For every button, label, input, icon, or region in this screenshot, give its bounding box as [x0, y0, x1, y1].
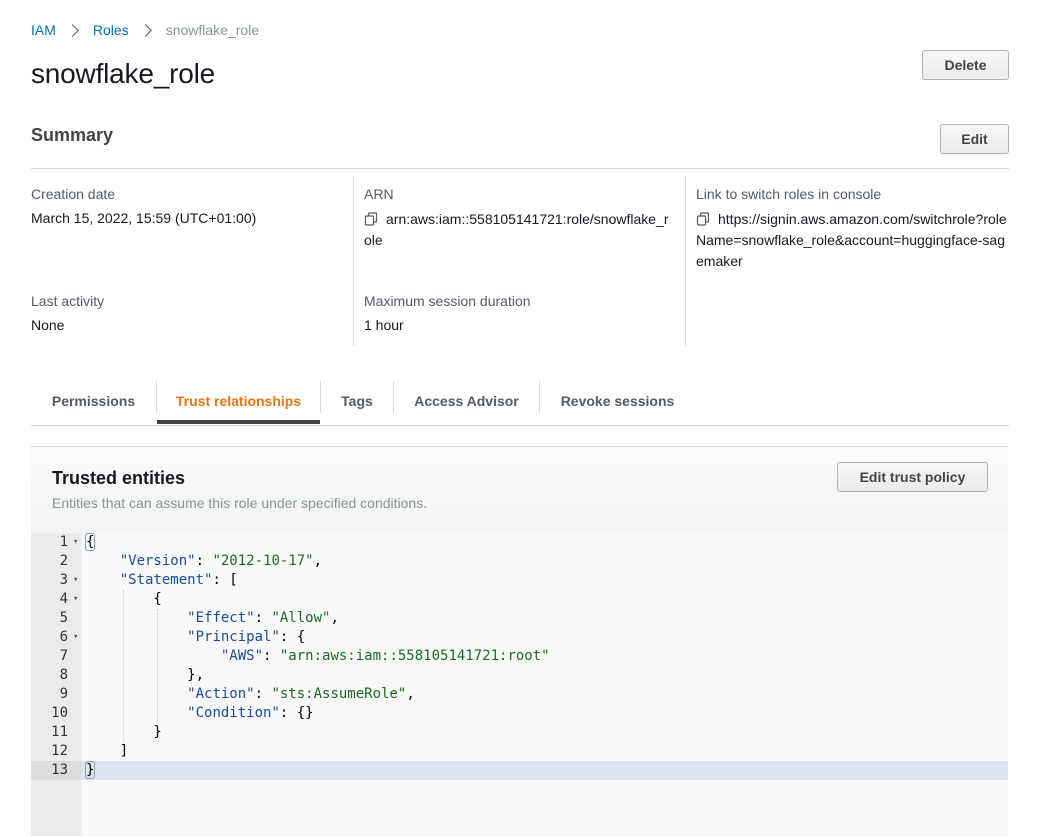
column-divider	[685, 176, 686, 346]
chevron-right-icon	[66, 23, 79, 37]
line-number: 8	[59, 667, 68, 683]
code-line[interactable]: 6 ▾ "Principal": {	[31, 628, 1008, 647]
code-line[interactable]: 2 "Version": "2012-10-17",	[31, 552, 1008, 571]
tab-trust-relationships[interactable]: Trust relationships	[157, 378, 320, 424]
code-line[interactable]: 7 "AWS": "arn:aws:iam::558105141721:root…	[31, 647, 1008, 666]
summary-title: Summary	[31, 125, 114, 145]
code-line[interactable]: 1 ▾{	[31, 533, 1008, 552]
tab-access-advisor[interactable]: Access Advisor	[394, 378, 539, 424]
edit-button[interactable]: Edit	[940, 124, 1009, 154]
line-number: 11	[51, 724, 68, 740]
last-activity-label: Last activity	[31, 293, 105, 309]
code-text: {	[86, 591, 162, 607]
creation-date-value: March 15, 2022, 15:59 (UTC+01:00)	[31, 210, 257, 226]
breadcrumb-iam[interactable]: IAM	[31, 22, 56, 38]
arn-label: ARN	[364, 186, 394, 202]
fold-toggle-icon[interactable]: ▾	[73, 590, 78, 609]
line-number: 9	[59, 686, 68, 702]
max-session-value: 1 hour	[364, 317, 404, 333]
code-line[interactable]: 12 ]	[31, 742, 1008, 761]
tab-tags[interactable]: Tags	[321, 378, 393, 424]
fold-toggle-icon[interactable]: ▾	[73, 571, 78, 590]
line-number: 13	[31, 761, 81, 780]
copy-icon[interactable]	[696, 212, 710, 226]
line-number: 7	[59, 648, 68, 664]
breadcrumb: IAM Roles snowflake_role	[31, 21, 259, 39]
code-text: "Version": "2012-10-17",	[119, 553, 323, 569]
code-text: "Statement": [	[119, 572, 238, 588]
code-text: "AWS": "arn:aws:iam::558105141721:root"	[220, 648, 550, 664]
fold-toggle-icon[interactable]: ▾	[73, 533, 78, 552]
code-line[interactable]: 13}	[31, 761, 1008, 780]
breadcrumb-roles[interactable]: Roles	[93, 22, 129, 38]
line-number: 5	[59, 610, 68, 626]
edit-trust-policy-button[interactable]: Edit trust policy	[837, 462, 988, 492]
code-text: },	[86, 667, 205, 683]
fold-toggle-icon[interactable]: ▾	[73, 628, 78, 647]
arn-value: arn:aws:iam::558105141721:role/snowflake…	[364, 211, 669, 248]
code-text: "Condition": {}	[187, 705, 314, 721]
switch-role-link-label: Link to switch roles in console	[696, 186, 882, 202]
arn-field: arn:aws:iam::558105141721:role/snowflake…	[364, 209, 676, 251]
breadcrumb-current: snowflake_role	[165, 22, 260, 38]
code-text: }	[84, 761, 96, 779]
delete-button[interactable]: Delete	[922, 50, 1009, 80]
code-text: "Principal": {	[187, 629, 306, 645]
last-activity-value: None	[31, 317, 65, 333]
max-session-label: Maximum session duration	[364, 293, 531, 309]
tab-revoke-sessions[interactable]: Revoke sessions	[540, 378, 695, 424]
code-line[interactable]: 10 "Condition": {}	[31, 704, 1008, 723]
tab-permissions[interactable]: Permissions	[31, 378, 156, 424]
trust-policy-editor[interactable]: 1 ▾{2 "Version": "2012-10-17", 3 ▾ "Stateme…	[31, 533, 1008, 836]
tab-bar: Permissions Trust relationships Tags Acc…	[31, 378, 1009, 426]
line-number: 2	[59, 553, 68, 569]
code-text: ]	[86, 743, 129, 759]
page-title: snowflake_role	[31, 58, 215, 89]
switch-role-link-value: https://signin.aws.amazon.com/switchrole…	[696, 211, 1007, 269]
switch-role-link-field: https://signin.aws.amazon.com/switchrole…	[696, 209, 1012, 272]
creation-date-label: Creation date	[31, 186, 116, 202]
code-line[interactable]: 8 },	[31, 666, 1008, 685]
line-number: 10	[51, 705, 68, 721]
active-tab-indicator	[157, 420, 320, 424]
code-text: }	[86, 724, 162, 740]
code-line[interactable]: 11 }	[31, 723, 1008, 742]
code-line[interactable]: 9 "Action": "sts:AssumeRole",	[31, 685, 1008, 704]
code-text: "Action": "sts:AssumeRole",	[187, 686, 415, 702]
summary-divider	[31, 168, 1009, 169]
line-number: 12	[51, 743, 68, 759]
code-text: "Effect": "Allow",	[187, 610, 339, 626]
code-line[interactable]: 5 "Effect": "Allow",	[31, 609, 1008, 628]
trusted-entities-title: Trusted entities	[52, 468, 186, 488]
code-line[interactable]: 3 ▾ "Statement": [	[31, 571, 1008, 590]
code-text: {	[84, 533, 96, 551]
column-divider	[353, 176, 354, 346]
trusted-entities-description: Entities that can assume this role under…	[52, 495, 428, 511]
code-line[interactable]: 4 ▾ {	[31, 590, 1008, 609]
copy-icon[interactable]	[364, 212, 378, 226]
chevron-right-icon	[138, 23, 152, 37]
